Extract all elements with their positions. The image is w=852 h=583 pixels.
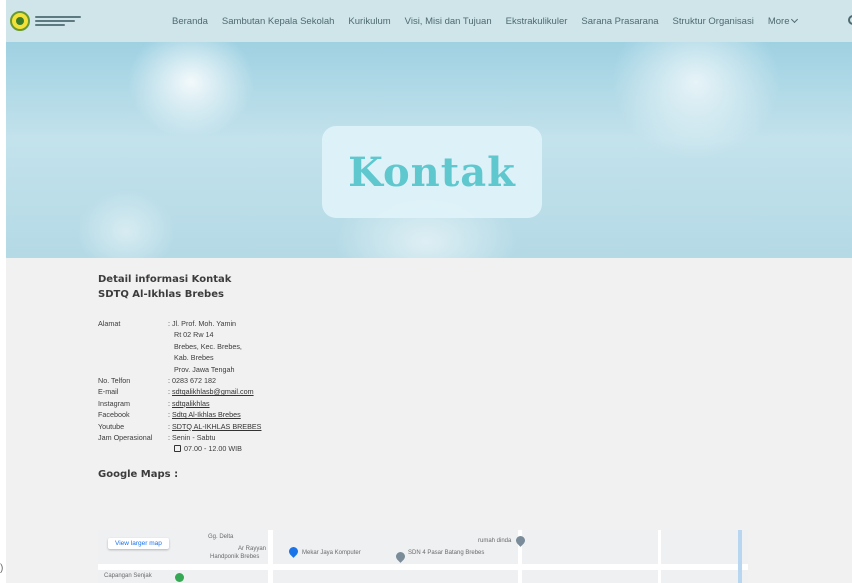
map-label: Mekar Jaya Komputer bbox=[302, 550, 361, 556]
map-road bbox=[658, 530, 661, 583]
youtube-link[interactable]: SDTQ AL-IKHLAS BREBES bbox=[172, 422, 261, 431]
nav-struktur[interactable]: Struktur Organisasi bbox=[673, 16, 754, 27]
map-label: rumah dinda bbox=[478, 538, 512, 544]
map-pin-icon[interactable] bbox=[287, 545, 300, 558]
alamat-line: : Jl. Prof. Moh. Yamin bbox=[168, 319, 237, 328]
google-map[interactable]: View larger map Gg. Delta Ar Rayyan Hand… bbox=[98, 530, 748, 583]
alamat-line: Brebes, Kec. Brebes, bbox=[174, 341, 242, 351]
nav-more-label: More bbox=[767, 15, 790, 27]
school-logo[interactable] bbox=[10, 8, 88, 34]
instagram-link[interactable]: sdtqalikhlas bbox=[172, 399, 210, 408]
page-edge-mark: ) bbox=[0, 563, 4, 574]
nav-beranda[interactable]: Beranda bbox=[172, 16, 208, 27]
view-larger-map-button[interactable]: View larger map bbox=[108, 538, 169, 549]
map-pin-icon[interactable] bbox=[394, 550, 407, 563]
map-label: Handponik Brebes bbox=[210, 554, 260, 560]
hero-banner: Kontak bbox=[6, 42, 852, 258]
contact-heading-line2: SDTQ Al-Ikhlas Brebes bbox=[98, 289, 224, 300]
contact-heading-line1: Detail informasi Kontak bbox=[98, 274, 232, 285]
map-label: SDN 4 Pasar Batang Brebes bbox=[408, 550, 485, 556]
maps-heading: Google Maps : bbox=[98, 468, 179, 480]
logo-text-lines bbox=[35, 16, 81, 26]
contact-details: Alamat : Jl. Prof. Moh. Yamin Rt 02 Rw 1… bbox=[98, 318, 698, 455]
hero-title-box: Kontak bbox=[322, 126, 542, 218]
alamat-line: Prov. Jawa Tengah bbox=[174, 364, 235, 374]
nav-more-dropdown[interactable]: More bbox=[767, 15, 799, 27]
map-label: Ar Rayyan bbox=[238, 546, 267, 552]
facebook-label: Facebook bbox=[98, 410, 130, 420]
clock-icon bbox=[174, 445, 181, 453]
main-nav: Beranda Sambutan Kepala Sekolah Kurikulu… bbox=[172, 0, 799, 42]
page-title: Kontak bbox=[348, 148, 516, 196]
map-pin-icon[interactable] bbox=[175, 573, 184, 582]
contact-heading: Detail informasi Kontak SDTQ Al-Ikhlas B… bbox=[98, 272, 698, 302]
map-label: Capangan Senjak bbox=[104, 573, 152, 579]
alamat-line: Rt 02 Rw 14 bbox=[174, 330, 214, 340]
search-icon[interactable] bbox=[848, 15, 852, 25]
school-seal-icon bbox=[10, 11, 30, 31]
map-road bbox=[98, 564, 748, 570]
page: Beranda Sambutan Kepala Sekolah Kurikulu… bbox=[6, 0, 852, 583]
jam-value: : Senin - Sabtu 07.00 - 12.00 WIB bbox=[168, 432, 698, 455]
telfon-value: : 0283 672 182 bbox=[168, 376, 216, 386]
nav-sarana[interactable]: Sarana Prasarana bbox=[581, 16, 658, 27]
telfon-label: No. Telfon bbox=[98, 376, 131, 386]
email-label: E-mail bbox=[98, 387, 119, 397]
map-label: Gg. Delta bbox=[208, 534, 234, 540]
nav-visi-misi[interactable]: Visi, Misi dan Tujuan bbox=[405, 16, 492, 27]
map-pin-icon[interactable] bbox=[514, 534, 527, 547]
instagram-label: Instagram bbox=[98, 398, 130, 408]
alamat-value: : Jl. Prof. Moh. Yamin Rt 02 Rw 14 Brebe… bbox=[168, 318, 698, 375]
site-header: Beranda Sambutan Kepala Sekolah Kurikulu… bbox=[6, 0, 852, 42]
alamat-line: Kab. Brebes bbox=[174, 353, 214, 363]
nav-kurikulum[interactable]: Kurikulum bbox=[348, 16, 390, 27]
facebook-value: : Sdtq Al-Ikhlas Brebes bbox=[168, 410, 241, 420]
jam-hours: 07.00 - 12.00 WIB bbox=[184, 444, 242, 454]
nav-sambutan[interactable]: Sambutan Kepala Sekolah bbox=[222, 16, 335, 27]
nav-ekstrakulikuler[interactable]: Ekstrakulikuler bbox=[506, 16, 568, 27]
youtube-value: : SDTQ AL-IKHLAS BREBES bbox=[168, 421, 262, 431]
jam-hours-row: 07.00 - 12.00 WIB bbox=[168, 443, 698, 454]
chevron-down-icon bbox=[791, 15, 799, 24]
email-link[interactable]: sdtqalikhlasb@gmail.com bbox=[172, 387, 254, 396]
youtube-label: Youtube bbox=[98, 421, 125, 431]
map-river bbox=[738, 530, 742, 583]
instagram-value: : sdtqalikhlas bbox=[168, 398, 210, 408]
email-value: : sdtqalikhlasb@gmail.com bbox=[168, 387, 254, 397]
map-road bbox=[268, 530, 273, 583]
alamat-label: Alamat bbox=[98, 319, 121, 328]
jam-label: Jam Operasional bbox=[98, 433, 153, 443]
contact-section: Detail informasi Kontak SDTQ Al-Ikhlas B… bbox=[98, 272, 698, 480]
facebook-link[interactable]: Sdtq Al-Ikhlas Brebes bbox=[172, 410, 241, 419]
jam-days: : Senin - Sabtu bbox=[168, 433, 216, 443]
